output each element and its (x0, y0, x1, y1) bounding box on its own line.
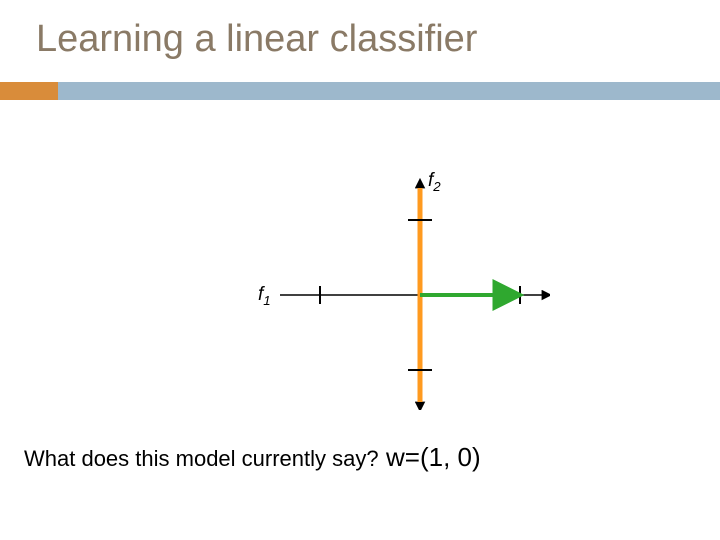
weight-vector-label: w=(1, 0) (386, 442, 481, 473)
page-title: Learning a linear classifier (36, 18, 477, 61)
slide: Learning a linear classifier f2 f1 What … (0, 0, 720, 540)
axes-diagram (250, 150, 550, 410)
accent-blue-segment (58, 82, 720, 100)
accent-orange-segment (0, 82, 58, 100)
question-text: What does this model currently say? (24, 446, 379, 472)
accent-bar (0, 82, 720, 100)
